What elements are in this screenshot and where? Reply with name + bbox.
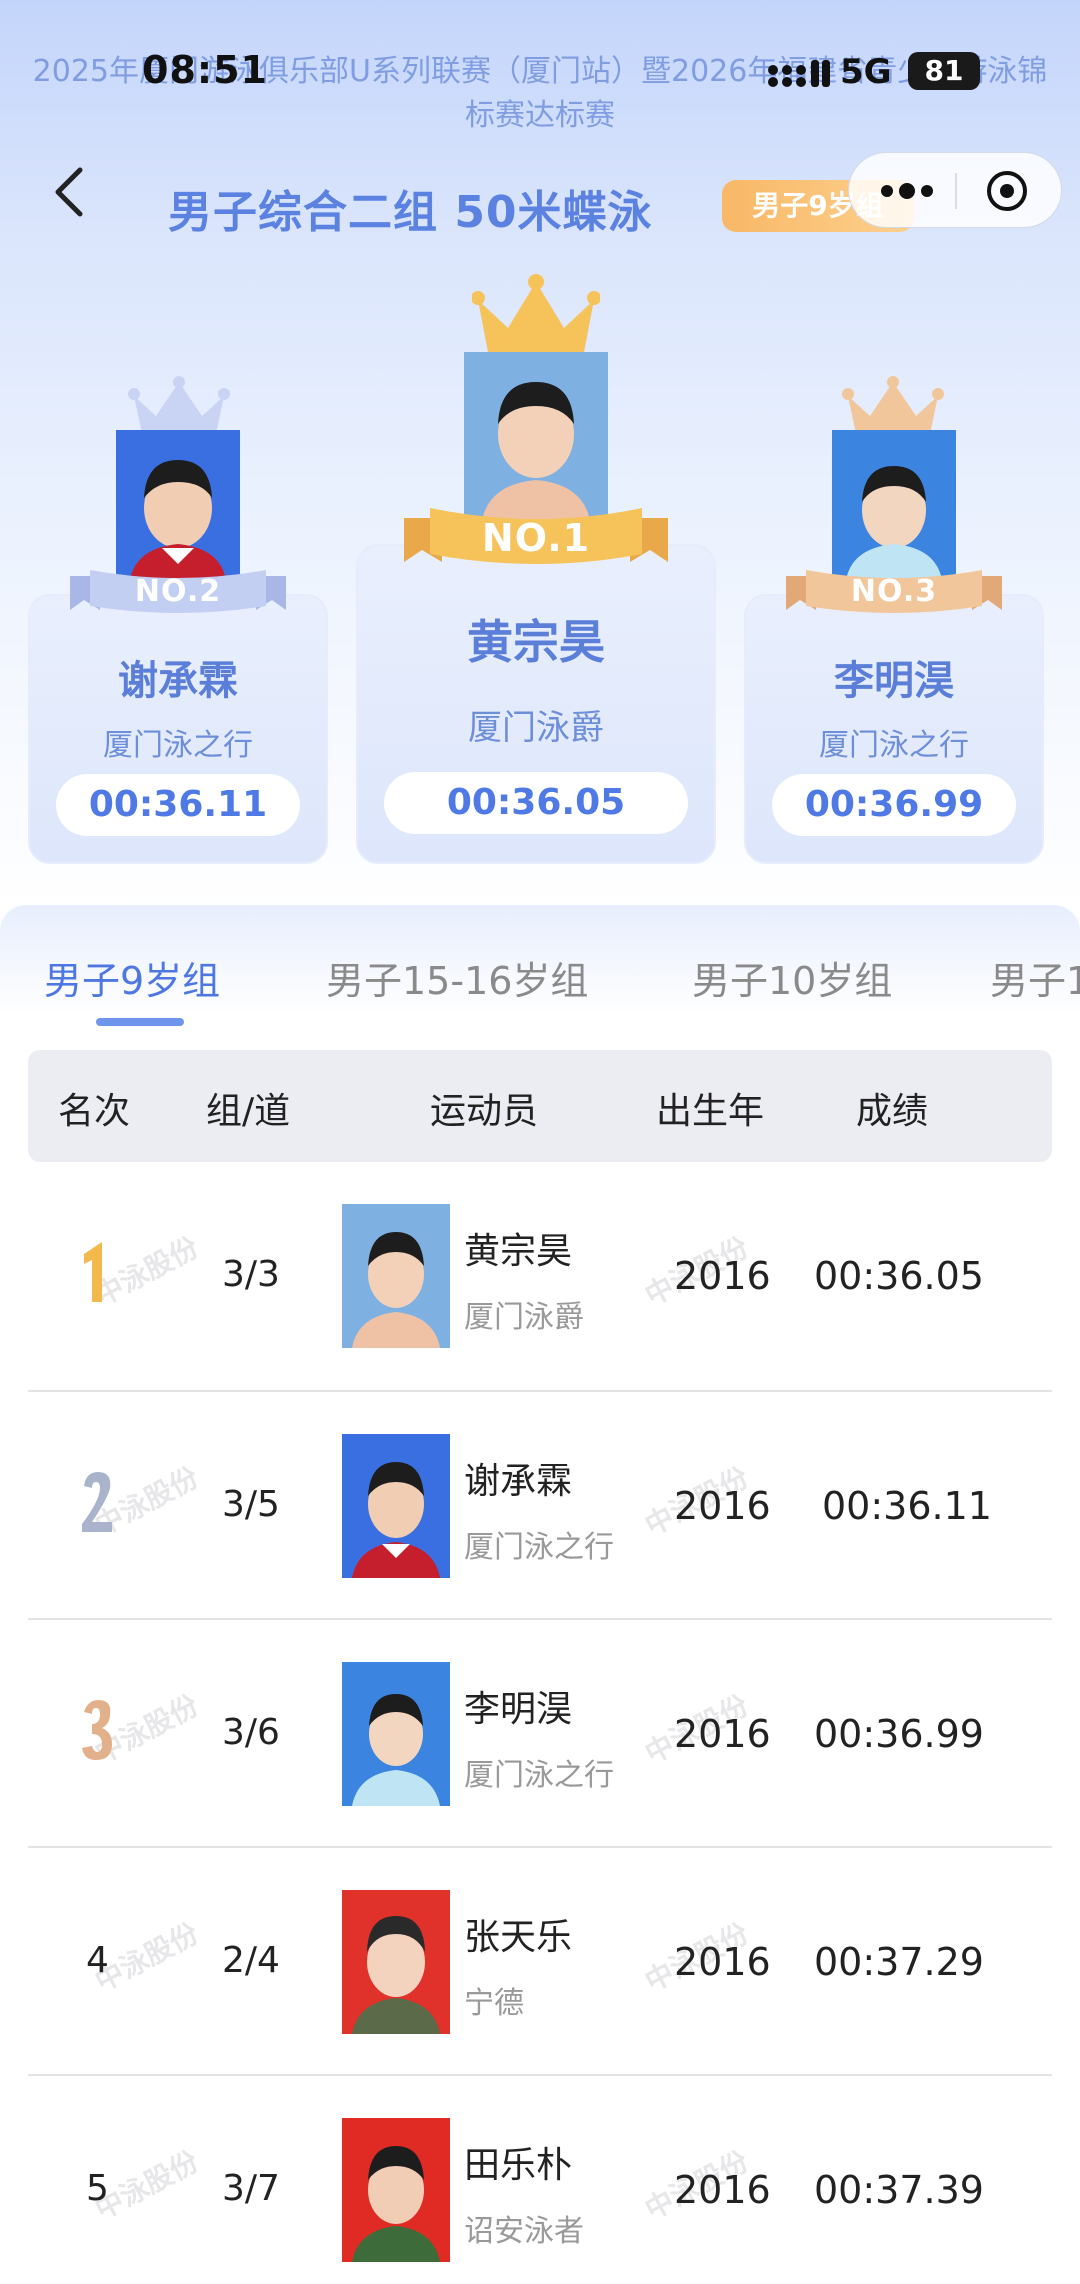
athlete-club: 厦门泳之行	[464, 1758, 614, 1793]
row-lane: 3/3	[222, 1254, 280, 1295]
crown-silver-icon	[128, 376, 230, 434]
row-lane: 3/6	[222, 1712, 280, 1753]
header-result: 成绩	[856, 1091, 929, 1132]
close-miniprogram-icon[interactable]	[985, 169, 1029, 213]
podium-name: 李明淏	[834, 658, 954, 704]
podium-club: 厦门泳爵	[468, 708, 604, 748]
tab-boys-more[interactable]: 男子1	[990, 950, 1080, 1005]
crown-gold-icon	[472, 274, 600, 352]
row-lane: 3/7	[222, 2168, 280, 2209]
podium-time: 00:36.05	[384, 772, 688, 834]
rank-medal-bronze-icon	[82, 1700, 112, 1760]
rank-label-second: NO.2	[134, 574, 222, 609]
row-lane: 3/5	[222, 1484, 280, 1525]
more-icon[interactable]	[877, 173, 937, 209]
podium-club: 厦门泳之行	[819, 728, 969, 763]
tab-boys-10[interactable]: 男子10岁组	[692, 950, 892, 1005]
result-time: 00:36.05	[814, 1254, 984, 1298]
athlete-club: 宁德	[464, 1986, 524, 2021]
podium-card-first[interactable]: 黄宗昊 厦门泳爵 00:36.05	[356, 544, 716, 864]
athlete-club: 诏安泳者	[464, 2214, 584, 2249]
athlete-name: 田乐朴	[464, 2145, 573, 2186]
rank-label-first: NO.1	[481, 516, 591, 560]
athlete-photo	[342, 1434, 450, 1578]
athlete-photo	[342, 1890, 450, 2034]
athlete-name: 李明淏	[464, 1689, 573, 1730]
result-time: 00:37.29	[814, 1940, 984, 1984]
row-rank: 4	[86, 1940, 109, 1981]
athlete-club: 厦门泳爵	[464, 1300, 584, 1335]
header-rank: 名次	[58, 1091, 131, 1132]
athlete-name: 黄宗昊	[464, 1231, 573, 1272]
birth-year: 2016	[674, 1940, 771, 1984]
podium-card-second[interactable]: 谢承霖 厦门泳之行 00:36.11	[28, 594, 328, 864]
podium-time: 00:36.11	[56, 774, 300, 836]
athlete-name: 张天乐	[464, 1917, 573, 1958]
row-lane: 2/4	[222, 1940, 280, 1981]
header-athlete: 运动员	[430, 1091, 539, 1132]
rank-medal-gold-icon	[84, 1242, 102, 1302]
athlete-photo	[342, 2118, 450, 2262]
birth-year: 2016	[674, 1254, 771, 1298]
active-tab-indicator	[96, 1018, 184, 1026]
podium-name: 谢承霖	[118, 658, 238, 704]
header-heat-lane: 组/道	[206, 1091, 291, 1132]
tab-boys-9[interactable]: 男子9岁组	[44, 950, 220, 1005]
result-time: 00:36.99	[814, 1712, 984, 1756]
birth-year: 2016	[674, 1712, 771, 1756]
podium-name: 黄宗昊	[467, 615, 605, 669]
podium-time: 00:36.99	[772, 774, 1016, 836]
row-rank: 5	[86, 2168, 109, 2209]
athlete-photo	[342, 1204, 450, 1348]
athlete-photo	[342, 1662, 450, 1806]
podium-photo-third	[832, 430, 956, 580]
result-time: 00:36.11	[822, 1484, 992, 1528]
tab-boys-15-16[interactable]: 男子15-16岁组	[326, 950, 588, 1005]
result-time: 00:37.39	[814, 2168, 984, 2212]
back-icon[interactable]	[50, 164, 90, 220]
athlete-name: 谢承霖	[464, 1461, 573, 1502]
signal-icon	[768, 60, 830, 87]
battery-indicator: 81	[908, 52, 980, 90]
miniprogram-capsule	[848, 152, 1062, 228]
rank-medal-silver-icon	[82, 1472, 112, 1532]
page-title: 男子综合二组 50米蝶泳	[168, 187, 653, 238]
status-time: 08:51	[142, 48, 268, 92]
podium-photo-second	[116, 430, 240, 580]
podium-club: 厦门泳之行	[103, 728, 253, 763]
capsule-divider	[955, 173, 957, 209]
crown-bronze-icon	[842, 376, 944, 434]
podium-card-third[interactable]: 李明淏 厦门泳之行 00:36.99	[744, 594, 1044, 864]
network-label: 5G	[840, 52, 892, 92]
birth-year: 2016	[674, 2168, 771, 2212]
birth-year: 2016	[674, 1484, 771, 1528]
podium-photo-first	[464, 352, 608, 520]
header-birth-year: 出生年	[656, 1091, 765, 1132]
athlete-club: 厦门泳之行	[464, 1530, 614, 1565]
rank-label-third: NO.3	[850, 574, 938, 609]
